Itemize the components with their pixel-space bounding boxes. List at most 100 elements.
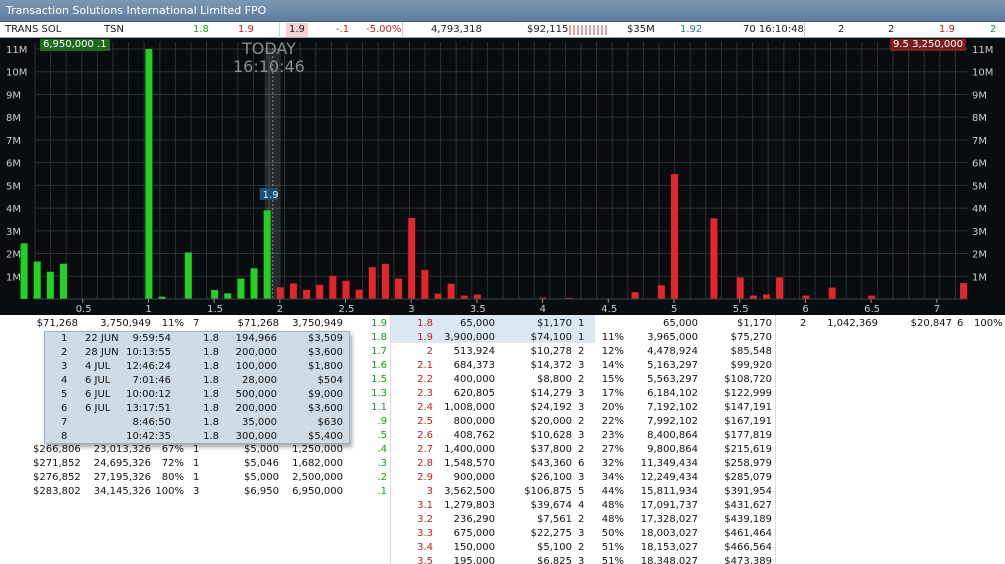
trade-row[interactable]: 3 4 JUL 12:46:24 1.8 100,000 $1,800 bbox=[45, 360, 349, 374]
ask-cum-pct: 12% bbox=[601, 346, 624, 357]
ask-orders: 2 bbox=[578, 416, 585, 427]
ask-price: 2.1 bbox=[417, 360, 433, 371]
trade-date: 6 JUL bbox=[85, 403, 111, 414]
trade-index: 8 bbox=[61, 431, 68, 442]
y-tick-label-left: 2M bbox=[6, 250, 21, 261]
ask-price: 3.3 bbox=[417, 528, 433, 539]
y-tick-label-right: 7M bbox=[972, 136, 987, 147]
ask-cum-volume: 11,349,434 bbox=[640, 458, 698, 469]
ask-cum-value: $122,999 bbox=[724, 388, 772, 399]
ask-volume: 513,924 bbox=[453, 346, 495, 357]
table-row[interactable]: 3.1 1,279,803 $39,674 4 48% 17,091,737 $431,62… bbox=[0, 499, 1005, 513]
ask-value: $37,800 bbox=[530, 444, 572, 455]
x-tick-label: 1.5 bbox=[207, 304, 223, 315]
bid-volume-bar bbox=[33, 261, 41, 299]
ask-value: $14,279 bbox=[530, 388, 572, 399]
ask-cum-volume: 8,400,864 bbox=[647, 430, 698, 441]
trade-row[interactable]: 6 6 JUL 13:17:51 1.8 200,000 $3,600 bbox=[45, 402, 349, 416]
ask-volume-bar bbox=[447, 283, 455, 299]
trade-date: 6 JUL bbox=[85, 389, 111, 400]
trade-price: 1.8 bbox=[203, 403, 219, 414]
y-tick-label-left: 1M bbox=[6, 272, 21, 283]
trade-row[interactable]: 7 8:46:50 1.8 35,000 $630 bbox=[45, 416, 349, 430]
ask-extreme-tag: 9.5 3,250,000 bbox=[890, 39, 966, 51]
ask-price: 3.2 bbox=[417, 514, 433, 525]
ask-value: $8,800 bbox=[537, 374, 572, 385]
y-tick-label-left: 7M bbox=[6, 136, 21, 147]
ask-volume-bar bbox=[381, 263, 389, 299]
table-row[interactable]: 2 1,042,369 $20,847 6 100% bbox=[0, 317, 1005, 331]
ask-price: 2.2 bbox=[417, 374, 433, 385]
table-row[interactable]: 3.4 150,000 $5,100 2 51% 18,153,027 $466,564 bbox=[0, 541, 1005, 555]
trade-index: 2 bbox=[61, 347, 68, 358]
trade-row[interactable]: 8 10:42:35 1.8 300,000 $5,400 bbox=[45, 430, 349, 444]
y-tick-label-left: 8M bbox=[6, 113, 21, 124]
trade-time: 7:01:46 bbox=[132, 375, 171, 386]
trade-time: 8:46:50 bbox=[132, 417, 171, 428]
trade-volume: 35,000 bbox=[242, 417, 277, 428]
table-row[interactable]: 2.8 1,548,570 $43,360 6 32% 11,349,434 $258,97… bbox=[0, 457, 1005, 471]
ask-volume: 3,900,000 bbox=[444, 332, 495, 343]
ask-volume-bar bbox=[289, 283, 297, 299]
trade-price: 1.8 bbox=[203, 389, 219, 400]
trade-row[interactable]: 2 28 JUN 10:13:55 1.8 200,000 $3,600 bbox=[45, 346, 349, 360]
ask-value: $10,278 bbox=[530, 346, 572, 357]
ask-volume-bar bbox=[434, 293, 442, 299]
ask-price: 3.1 bbox=[417, 500, 433, 511]
price-change: -.1 bbox=[336, 24, 350, 35]
summary-orders: 6 bbox=[957, 318, 964, 329]
ask-cum-pct: 32% bbox=[601, 458, 624, 469]
ask-orders: 3 bbox=[578, 388, 585, 399]
table-row[interactable]: 2.7 1,400,000 $37,800 2 27% 9,800,864 $215,619 bbox=[0, 443, 1005, 457]
ask-cum-value: $431,627 bbox=[724, 500, 772, 511]
trade-row[interactable]: 5 6 JUL 10:00:12 1.8 500,000 $9,000 bbox=[45, 388, 349, 402]
trade-value: $3,600 bbox=[308, 403, 343, 414]
ask-cum-pct: 17% bbox=[601, 388, 624, 399]
trade-value: $630 bbox=[317, 417, 343, 428]
trade-row[interactable]: 1 22 JUN 9:59:54 1.8 194,966 $3,509 bbox=[45, 332, 349, 346]
trade-volume: 300,000 bbox=[235, 431, 277, 442]
ask-volume: 1,548,570 bbox=[444, 458, 495, 469]
trade-value: $9,000 bbox=[308, 389, 343, 400]
trade-index: 4 bbox=[61, 375, 68, 386]
ask-cum-pct: 11% bbox=[601, 332, 624, 343]
x-tick-label: 3 bbox=[408, 304, 414, 315]
depth-chart-svg: 11M 11M10M 10M9M 9M8M 8M7M 7M6M 6M5M 5M4M 4M3M 3M… bbox=[6, 42, 993, 315]
ask-cum-value: $147,191 bbox=[724, 402, 772, 413]
x-tick-label: 1 bbox=[145, 304, 151, 315]
table-row[interactable]: 3.2 236,290 $7,561 2 48% 17,328,027 $439,189 bbox=[0, 513, 1005, 527]
ask-orders: 4 bbox=[578, 500, 585, 511]
trade-price: 1.8 bbox=[203, 375, 219, 386]
table-row[interactable]: 2.9 900,000 $26,100 3 34% 12,249,434 $285,079 bbox=[0, 471, 1005, 485]
ask-cum-volume: 12,249,434 bbox=[640, 472, 698, 483]
bid-volume-bar bbox=[20, 243, 28, 299]
ask-cum-value: $75,270 bbox=[730, 332, 772, 343]
trade-row[interactable]: 4 6 JUL 7:01:46 1.8 28,000 $504 bbox=[45, 374, 349, 388]
ask-count: 2 bbox=[888, 24, 895, 35]
bid-volume-bar bbox=[145, 49, 153, 299]
security-name[interactable]: TRANS SOL bbox=[5, 23, 61, 37]
trade-volume: 194,966 bbox=[235, 333, 277, 344]
ask-cum-value: $215,619 bbox=[724, 444, 772, 455]
bid-volume-bar bbox=[211, 289, 219, 299]
summary-count: 2 bbox=[800, 318, 807, 329]
bid-volume-bar bbox=[250, 268, 258, 299]
security-code[interactable]: TSN bbox=[104, 23, 124, 37]
trade-history-popup[interactable]: 1 22 JUN 9:59:54 1.8 194,966 $3,509 2 28 JUN 10:… bbox=[44, 331, 350, 444]
ask-cum-value: $85,548 bbox=[730, 346, 772, 357]
trade-volume: 100,000 bbox=[235, 361, 277, 372]
table-row[interactable]: 3.5 195,000 $6,825 3 51% 18,348,027 $473,389 bbox=[0, 555, 1005, 564]
table-row[interactable]: 3 3,562,500 $106,875 5 44% 15,811,934 $391,954 bbox=[0, 485, 1005, 499]
ask-cum-value: $391,954 bbox=[724, 486, 772, 497]
ask-orders: 3 bbox=[578, 472, 585, 483]
ask-value: $14,372 bbox=[530, 360, 572, 371]
market-depth-chart[interactable]: 11M 11M 10M 10M 9M 9M 8M 8M 7M 7M 6M 6M 5M 5M 4M 4M 3M 3M… bbox=[0, 38, 1005, 315]
bid-count: 2 bbox=[838, 24, 845, 35]
ask-cum-value: $473,389 bbox=[724, 556, 772, 564]
bid-volume-bar bbox=[237, 278, 245, 299]
table-row[interactable]: 3.3 675,000 $22,275 3 50% 18,003,027 $461,464 bbox=[0, 527, 1005, 541]
trade-value: $1,800 bbox=[308, 361, 343, 372]
x-tick-label: 5.5 bbox=[733, 304, 749, 315]
ask-price: 2 bbox=[426, 346, 433, 357]
y-tick-label-right: 2M bbox=[972, 250, 987, 261]
